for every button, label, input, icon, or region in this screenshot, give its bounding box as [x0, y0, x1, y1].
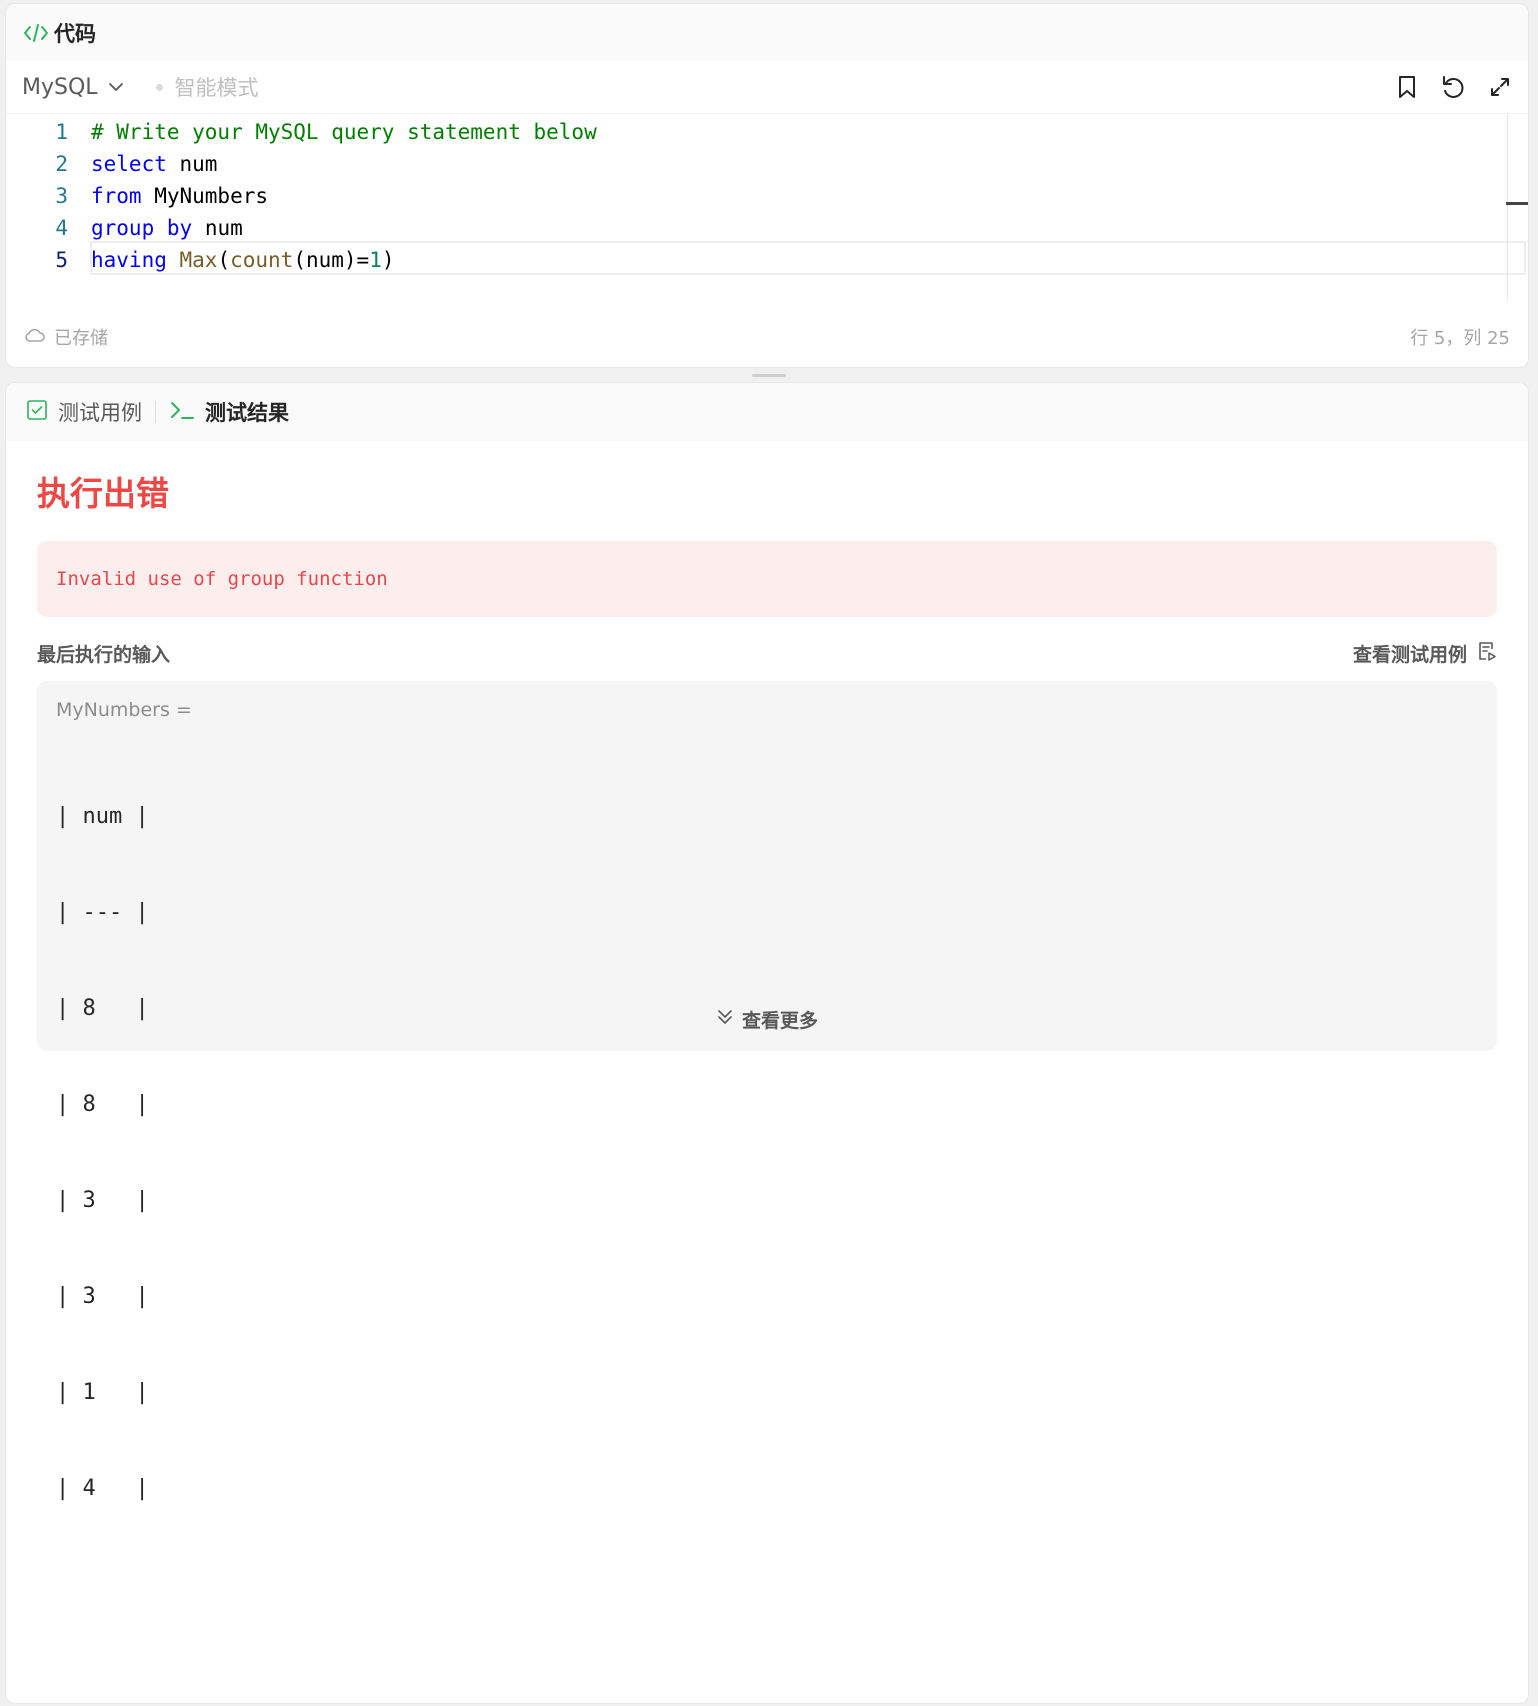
code-token: by: [166, 216, 193, 240]
code-token: num: [166, 152, 218, 176]
code-token: Max: [179, 248, 218, 272]
code-token: 1: [369, 248, 382, 272]
code-token: MyNumbers: [141, 184, 269, 208]
line-number: 3: [55, 184, 68, 208]
code-token: count: [230, 248, 294, 272]
overview-ruler: [1507, 114, 1508, 299]
bookmark-icon[interactable]: [1396, 74, 1418, 100]
code-token: (num): [293, 248, 357, 272]
chevron-down-icon: [108, 82, 124, 92]
view-more-button[interactable]: 查看更多: [37, 1006, 1497, 1033]
expand-icon[interactable]: [1488, 75, 1512, 99]
cursor-position: 行 5，列 25: [1410, 328, 1510, 349]
view-testcase-label: 查看测试用例: [1352, 644, 1467, 666]
view-more-label: 查看更多: [741, 1010, 818, 1032]
code-token: having: [91, 248, 167, 272]
code-panel-title: 代码: [54, 21, 96, 46]
undo-icon[interactable]: [1440, 74, 1466, 100]
table-line: | 4 |: [56, 1476, 149, 1501]
line-number: 4: [55, 216, 68, 240]
code-token: ): [381, 248, 395, 272]
error-message-box: Invalid use of group function: [37, 541, 1497, 617]
table-line: | num |: [56, 804, 149, 829]
scroll-position-marker[interactable]: [1506, 202, 1528, 205]
editor-statusbar: 已存储 行 5，列 25: [6, 307, 1528, 367]
editor-tools: [1396, 74, 1512, 100]
table-line: | 3 |: [56, 1188, 149, 1213]
tab-testcases[interactable]: 测试用例: [26, 397, 142, 427]
tab-test-result[interactable]: 测试结果: [169, 397, 289, 427]
table-line: | 3 |: [56, 1284, 149, 1309]
view-testcase-button[interactable]: 查看测试用例: [1353, 640, 1497, 667]
line-number: 2: [55, 152, 68, 176]
code-panel: 代码 MySQL 智能模式 1 # Write your MySQL query…: [5, 3, 1529, 368]
last-input-header: 最后执行的输入 查看测试用例: [37, 640, 1497, 667]
terminal-icon: [169, 399, 195, 426]
code-token: num: [192, 216, 243, 240]
code-token: select: [91, 152, 167, 176]
code-text: # Write your MySQL query statement below: [91, 120, 597, 144]
smart-mode-toggle[interactable]: 智能模式: [155, 72, 259, 102]
panel-resize-handle[interactable]: [752, 374, 786, 377]
document-icon: [1477, 640, 1497, 667]
table-line: | 8 |: [56, 1092, 149, 1117]
result-content: 执行出错 Invalid use of group function 最后执行的…: [6, 467, 1528, 1501]
tab-label: 测试结果: [205, 401, 289, 425]
last-input-box: MyNumbers = | num | | --- | | 8 | | 8 | …: [37, 681, 1497, 1501]
input-table: | num | | --- | | 8 | | 8 | | 3 | | 3 | …: [56, 737, 1478, 1569]
cloud-icon: [24, 327, 46, 348]
code-text: select num: [91, 152, 217, 176]
code-editor[interactable]: 1 # Write your MySQL query statement bel…: [6, 114, 1528, 302]
result-panel: 测试用例 测试结果 执行出错 Invalid use of group func…: [5, 382, 1529, 1704]
code-line: 2 select num: [6, 148, 1502, 180]
code-line: 3 from MyNumbers: [6, 180, 1502, 212]
line-number: 5: [55, 248, 68, 272]
code-line: 1 # Write your MySQL query statement bel…: [6, 116, 1502, 148]
result-tabs: 测试用例 测试结果: [6, 383, 1528, 441]
code-line: 5 having Max(count(num)=1): [6, 244, 1502, 276]
saved-label: 已存储: [54, 328, 108, 349]
code-icon: [22, 21, 50, 45]
mode-label: 智能模式: [174, 76, 259, 100]
error-title: 执行出错: [37, 474, 169, 513]
code-text: from MyNumbers: [91, 184, 268, 208]
code-token: group: [91, 216, 155, 240]
code-line: 4 group by num: [6, 212, 1502, 244]
error-message: Invalid use of group function: [56, 568, 388, 590]
double-chevron-down-icon: [716, 1008, 734, 1031]
code-text: having Max(count(num)=1): [91, 248, 395, 272]
code-token: =: [356, 248, 370, 272]
input-variable-name: MyNumbers =: [56, 699, 192, 721]
code-text: group by num: [91, 216, 243, 240]
table-line: | 1 |: [56, 1380, 149, 1405]
save-status: 已存储: [24, 324, 108, 350]
language-select[interactable]: MySQL: [22, 75, 124, 100]
code-panel-header: 代码: [6, 4, 1528, 61]
tab-label: 测试用例: [58, 401, 142, 425]
tab-divider: [155, 401, 156, 423]
checkbox-icon: [26, 399, 48, 426]
last-input-label: 最后执行的输入: [37, 644, 171, 666]
editor-toolbar: MySQL 智能模式: [6, 61, 1528, 114]
table-line: | --- |: [56, 900, 149, 925]
language-label: MySQL: [22, 74, 98, 100]
line-number: 1: [55, 120, 68, 144]
code-token: (: [217, 248, 231, 272]
mode-dot: [155, 83, 163, 91]
code-token: from: [91, 184, 142, 208]
